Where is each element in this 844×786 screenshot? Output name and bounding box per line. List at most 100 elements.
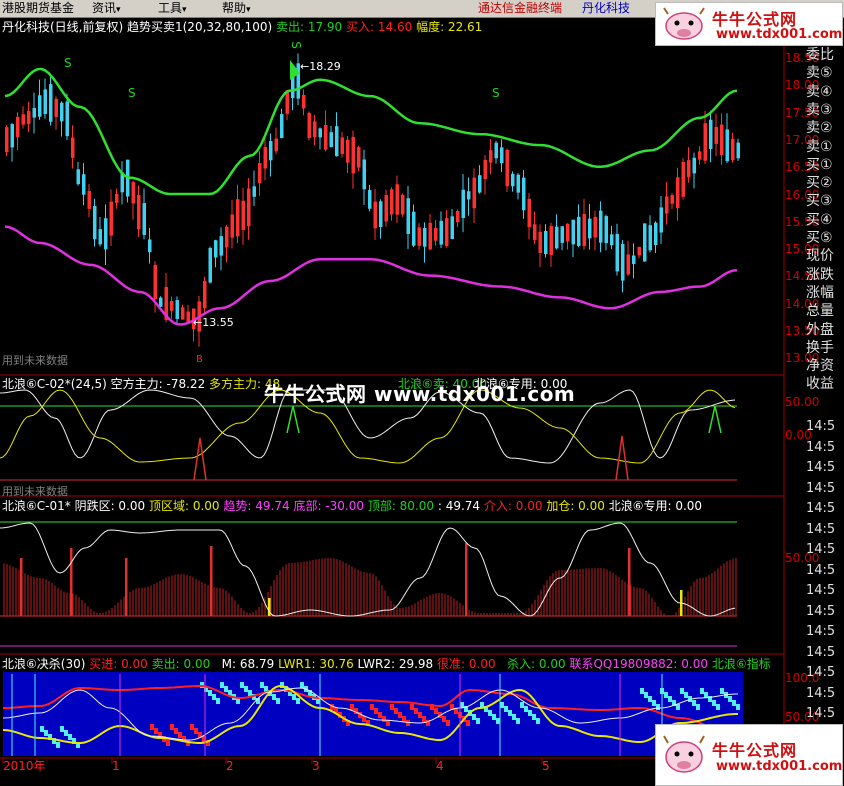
candle-body	[335, 126, 339, 157]
candle-body	[236, 199, 240, 237]
candle-body	[181, 307, 185, 320]
candle-body	[329, 132, 333, 148]
candle-body	[698, 151, 702, 160]
candle-body	[32, 107, 36, 118]
candle-body	[27, 110, 31, 124]
sell-marker: S	[64, 56, 72, 70]
p3-val-label: : 49.74	[437, 499, 481, 513]
p4-buy-label: 买进: 0.00	[89, 657, 148, 671]
x-axis-label: 1	[112, 759, 120, 773]
fill-block	[382, 716, 386, 722]
fill-block	[402, 716, 406, 722]
p4-background	[3, 672, 743, 756]
candle-body	[489, 150, 493, 163]
fill-block	[296, 698, 300, 704]
fill-block	[248, 690, 252, 696]
side-panel-time: 14:5	[806, 665, 836, 680]
p3-title-row: 北浪⑥C-01* 阴跌区: 0.00 顶区域: 0.00 趋势: 49.74 底…	[2, 499, 702, 513]
side-panel-item: 买⑤	[806, 230, 833, 246]
candle-body	[241, 200, 245, 230]
main-range-label: 幅度: 22.61	[416, 20, 483, 34]
fill-block	[56, 742, 60, 748]
menu-item-help[interactable]: 帮助▾	[222, 1, 251, 18]
candle-body	[219, 236, 223, 256]
side-panel-item: 卖④	[806, 83, 833, 100]
fill-block	[524, 706, 528, 712]
fill-block	[652, 700, 656, 706]
side-panel-item: 涨幅	[806, 284, 834, 301]
candle-body	[483, 159, 487, 180]
p4-title: 北浪⑥决杀(30)	[2, 657, 86, 671]
candle-body	[71, 137, 75, 158]
side-panel-time: 14:5	[806, 562, 836, 578]
fill-block	[732, 700, 736, 706]
fill-block	[370, 704, 374, 710]
signal-spike	[193, 437, 207, 481]
side-panel-time: 14:5	[806, 542, 836, 557]
app-title: 通达信金融终端	[478, 1, 563, 15]
candle-body	[505, 149, 509, 187]
candle-body	[153, 264, 157, 300]
p3-trend-label: 趋势: 49.74	[223, 499, 290, 513]
fill-block	[488, 710, 492, 716]
logo-title: 牛牛公式网	[712, 741, 798, 760]
candle-body	[49, 84, 53, 122]
candle-body	[511, 173, 515, 187]
signal-spike	[286, 405, 300, 434]
sell-marker: S	[492, 86, 500, 100]
candle-body	[131, 182, 135, 204]
side-panel-item: 卖⑤	[806, 65, 833, 82]
candle-body	[307, 112, 311, 139]
candle-body	[692, 157, 696, 174]
fill-block	[648, 696, 652, 702]
candle-body	[87, 190, 91, 209]
candle-body	[478, 175, 482, 193]
side-panel-item: 涨跌	[806, 266, 834, 283]
fill-block	[190, 724, 194, 730]
p3-add-label: 加仓: 0.00	[546, 499, 605, 513]
candle-body	[340, 137, 344, 154]
side-panel-item: 卖①	[806, 138, 833, 155]
fill-block	[398, 712, 402, 718]
fill-block	[374, 708, 378, 714]
candle-body	[302, 94, 306, 109]
candle-body	[648, 225, 652, 251]
fill-block	[736, 704, 740, 710]
candle-body	[203, 281, 207, 309]
candle-body	[681, 161, 685, 197]
fill-block	[668, 696, 672, 702]
candle-body	[714, 126, 718, 144]
x-axis-label: 2010年	[3, 759, 46, 773]
fill-block	[418, 712, 422, 718]
side-panel-time: 14:5	[806, 644, 836, 660]
candle-body	[456, 211, 460, 223]
candle-body	[643, 223, 647, 262]
fill-block	[460, 702, 464, 708]
candle-body	[417, 227, 421, 246]
signal-bar	[210, 546, 213, 616]
fill-block	[466, 720, 470, 726]
fill-block	[676, 704, 680, 710]
side-panel-time: 14:5	[806, 706, 836, 721]
candle-body	[98, 229, 102, 245]
x-axis-ticks	[2, 758, 543, 764]
menu-item-news[interactable]: 资讯▾	[92, 1, 121, 18]
candle-body	[109, 201, 113, 236]
candle-body	[5, 127, 9, 153]
candle-body	[318, 128, 322, 138]
p2-title: 北浪⑥C-02*(24,5)	[2, 377, 107, 391]
fill-block	[656, 704, 660, 710]
candle-body	[252, 186, 256, 197]
candle-body	[115, 193, 119, 203]
buy-marker: B	[196, 354, 203, 365]
candle-body	[439, 220, 443, 245]
fill-block	[516, 718, 520, 724]
candle-body	[412, 211, 416, 246]
menu-item-hk-futures[interactable]: 港股期货基金	[2, 1, 74, 16]
fill-block	[386, 720, 390, 726]
candle-body	[725, 129, 729, 162]
fill-block	[244, 686, 248, 692]
menu-item-tools[interactable]: 工具▾	[158, 1, 187, 18]
p3-title: 北浪⑥C-01*	[2, 499, 71, 513]
candle-body	[373, 201, 377, 229]
